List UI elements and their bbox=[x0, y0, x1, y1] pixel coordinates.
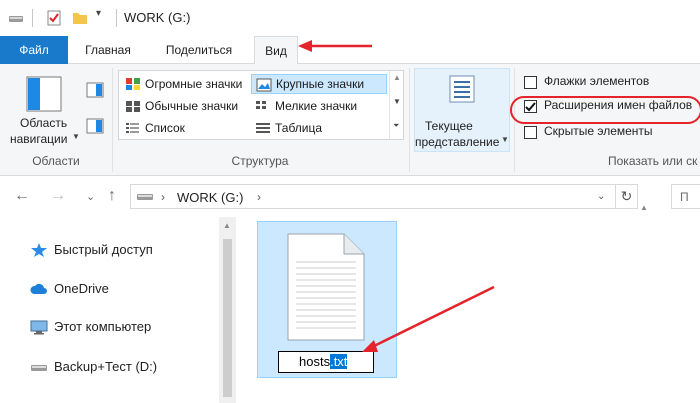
annotation-arrows bbox=[298, 40, 495, 352]
annotation-arrow-view-tab bbox=[298, 40, 372, 52]
annotation-arrow-filename bbox=[362, 285, 495, 352]
